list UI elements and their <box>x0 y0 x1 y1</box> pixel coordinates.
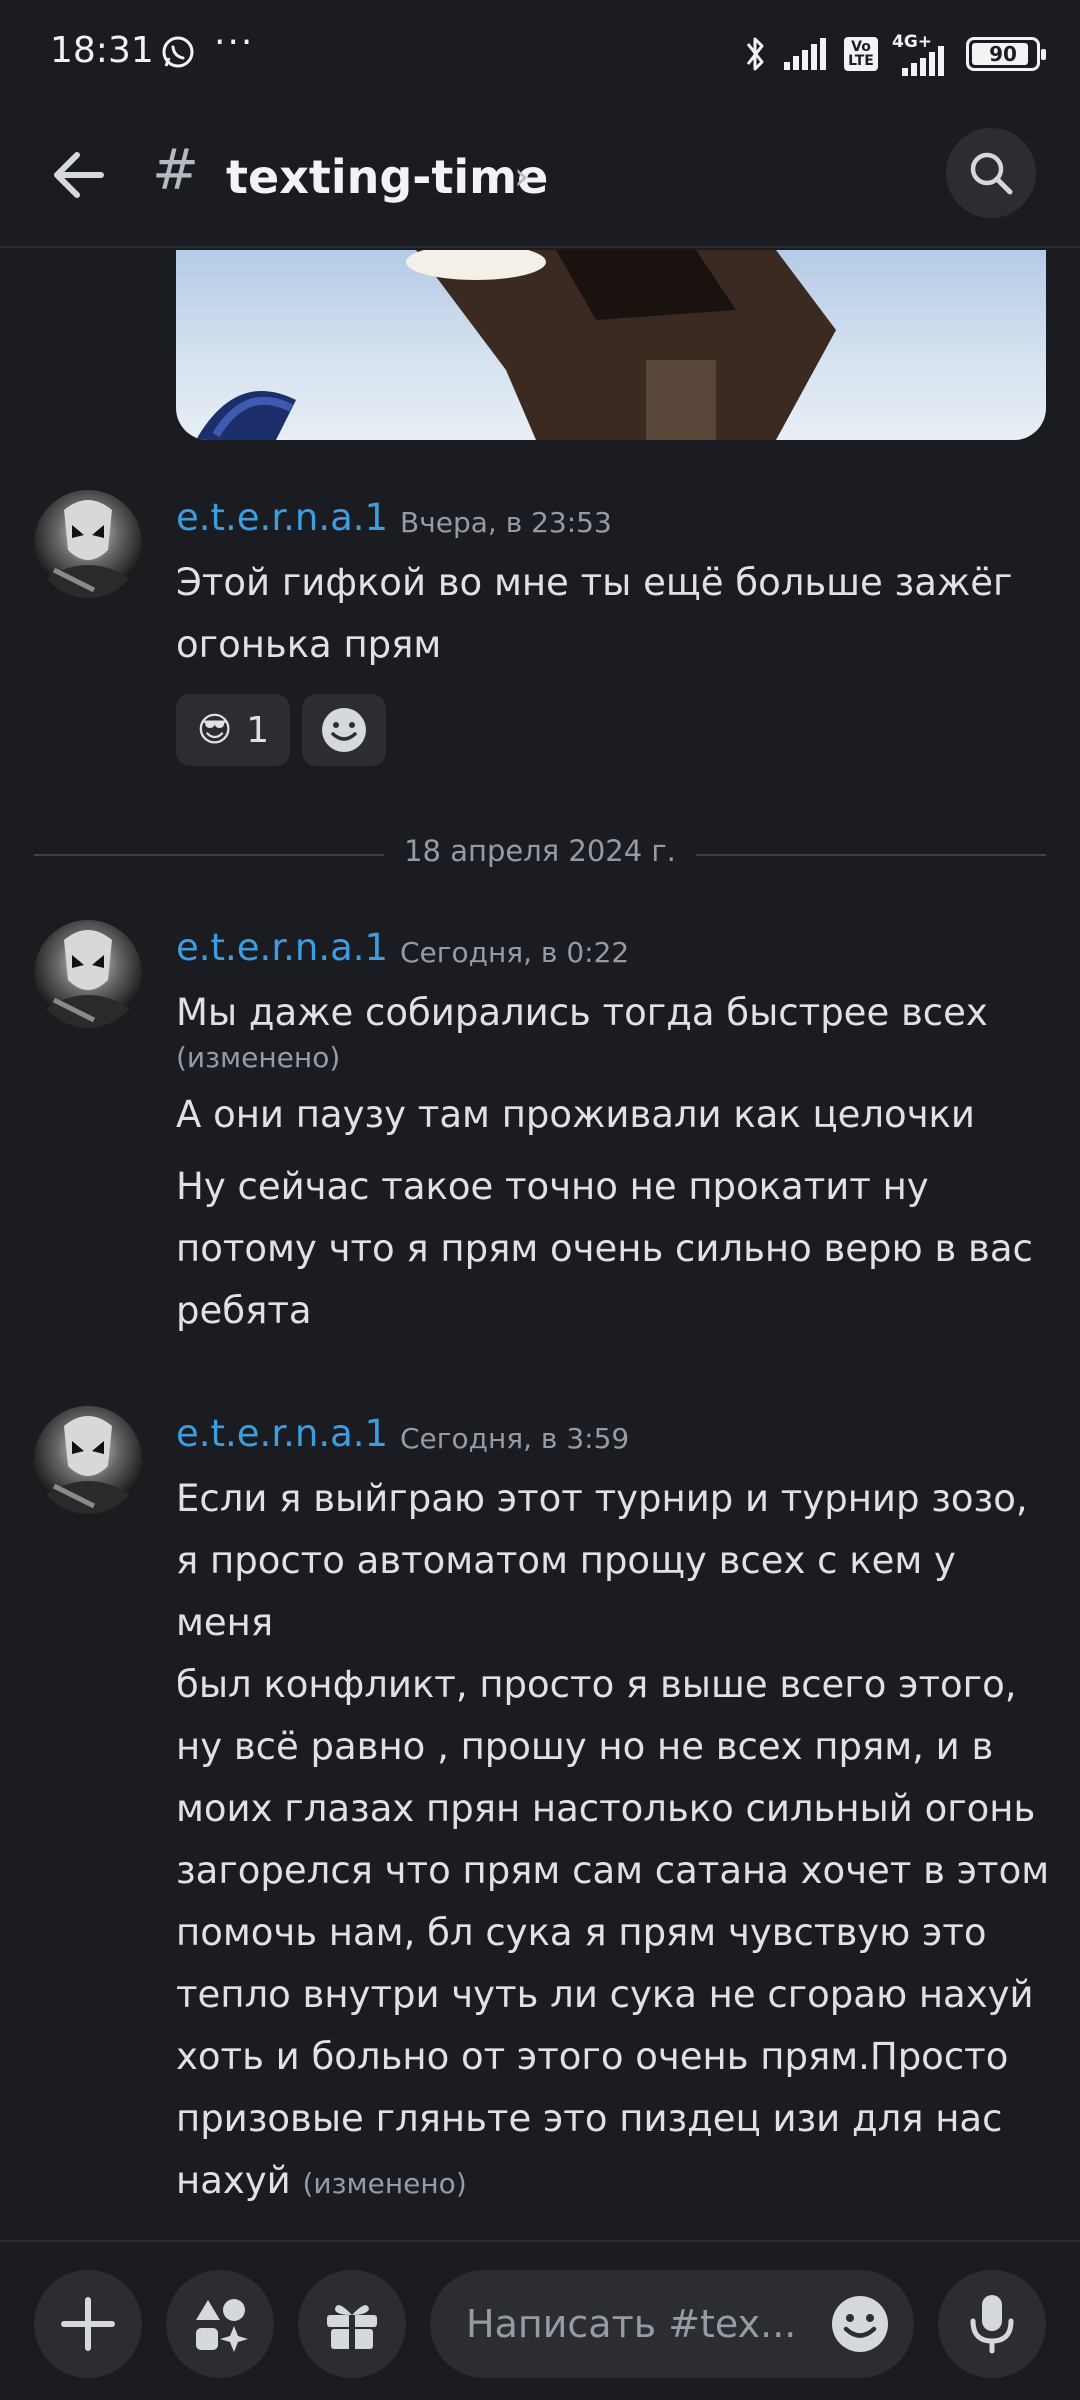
add-reaction-icon <box>322 708 366 752</box>
message-author[interactable]: e.t.e.r.n.a.1 <box>176 1412 388 1455</box>
message-author[interactable]: e.t.e.r.n.a.1 <box>176 496 388 539</box>
message-author[interactable]: e.t.e.r.n.a.1 <box>176 926 388 969</box>
status-bar: 18:31 ··· Vo LTE 4G+ 90 <box>0 0 1080 110</box>
plus-icon <box>61 2297 115 2351</box>
back-button[interactable] <box>44 140 114 210</box>
message-line: тепло внутри чуть ли сука не сгораю наху… <box>176 1973 1034 2016</box>
edited-label: (изменено) <box>176 1041 341 1074</box>
message-list[interactable]: e.t.e.r.n.a.1 Вчера, в 23:53 Этой гифкой… <box>0 250 1080 2240</box>
more-notifications-icon: ··· <box>214 22 255 63</box>
channel-header: # texting-time › <box>0 110 1080 248</box>
message-line: А они паузу там проживали как целочки <box>176 1093 975 1136</box>
message-text: Этой гифкой во мне ты ещё больше зажёг о… <box>176 552 1056 676</box>
message-input-placeholder: Написать #tex... <box>466 2302 797 2346</box>
chevron-right-icon[interactable]: › <box>514 154 529 198</box>
message-line: Этой гифкой во мне ты ещё больше зажёг <box>176 561 1013 604</box>
message-line: призовые гляньте это пиздец изи для нас <box>176 2097 1003 2140</box>
message-line: я просто автоматом прощу всех с кем у ме… <box>176 1539 956 1644</box>
date-divider: 18 апреля 2024 г. <box>34 834 1046 874</box>
add-reaction-button[interactable] <box>302 694 386 766</box>
sunglasses-emoji-icon: 😎 <box>196 710 233 750</box>
emoji-button[interactable] <box>830 2294 890 2354</box>
attach-button[interactable] <box>34 2270 142 2378</box>
message-timestamp: Вчера, в 23:53 <box>400 506 612 539</box>
whatsapp-icon <box>162 36 194 68</box>
message-line: Если я выйграю этот турнир и турнир зозо… <box>176 1477 1028 1520</box>
message-timestamp: Сегодня, в 0:22 <box>400 936 630 969</box>
microphone-icon <box>970 2295 1014 2354</box>
gif-attachment[interactable] <box>176 250 1046 440</box>
message-composer: Написать #tex... <box>0 2240 1080 2400</box>
message-line: нахуй (изменено) <box>176 2159 467 2202</box>
message-line: хоть и больно от этого очень прям.Просто <box>176 2035 1009 2078</box>
message-line: был конфликт, просто я выше всего этого, <box>176 1663 1017 1706</box>
voice-message-button[interactable] <box>938 2270 1046 2378</box>
message-text: Мы даже собирались тогда быстрее всех (и… <box>176 982 1056 1076</box>
gift-icon <box>327 2305 377 2349</box>
emoji-icon <box>832 2296 888 2352</box>
message-line: огонька прям <box>176 623 442 666</box>
volte-icon: Vo LTE <box>844 37 878 71</box>
battery-icon: 90 <box>966 37 1046 71</box>
status-time: 18:31 <box>50 30 154 71</box>
message-line: Ну сейчас такое точно не прокатит ну <box>176 1165 929 1208</box>
search-icon <box>970 152 1013 195</box>
avatar[interactable] <box>34 490 142 598</box>
message-line: потому что я прям очень сильно верю в ва… <box>176 1227 1033 1270</box>
avatar[interactable] <box>34 1406 142 1514</box>
date-divider-label: 18 апреля 2024 г. <box>404 834 676 868</box>
search-button[interactable] <box>946 128 1036 218</box>
reaction-chip[interactable]: 😎 1 <box>176 694 290 766</box>
message-text: Если я выйграю этот турнир и турнир зозо… <box>176 1468 1056 2215</box>
message-line: ребята <box>176 1289 312 1332</box>
channel-hash-icon: # <box>152 138 199 203</box>
edited-label: (изменено) <box>302 2167 467 2200</box>
message-timestamp: Сегодня, в 3:59 <box>400 1422 630 1455</box>
apps-icon <box>196 2299 248 2352</box>
arrow-left-icon <box>54 152 104 198</box>
message-line: загорелся что прям сам сатана хочет в эт… <box>176 1849 1050 1892</box>
message-text: А они паузу там проживали как целочки <box>176 1084 1056 1146</box>
signal-icon <box>784 38 826 70</box>
apps-button[interactable] <box>166 2270 274 2378</box>
gift-button[interactable] <box>298 2270 406 2378</box>
message-line: ну всё равно , прошу но не всех прям, и … <box>176 1725 994 1768</box>
battery-level: 90 <box>989 42 1017 66</box>
message-line: моих глазах прян настолько сильный огонь <box>176 1787 1036 1830</box>
message-line: помочь нам, бл сука я прям чувствую это <box>176 1911 987 1954</box>
bluetooth-icon <box>746 37 764 71</box>
message-line: Мы даже собирались тогда быстрее всех <box>176 991 988 1034</box>
avatar[interactable] <box>34 920 142 1028</box>
signal-4g-icon: 4G+ <box>892 32 952 76</box>
message-input[interactable]: Написать #tex... <box>430 2270 914 2378</box>
gif-image <box>196 250 836 440</box>
reaction-count: 1 <box>246 709 270 751</box>
message-text: Ну сейчас такое точно не прокатит ну пот… <box>176 1156 1056 1342</box>
channel-title[interactable]: texting-time <box>226 150 548 204</box>
